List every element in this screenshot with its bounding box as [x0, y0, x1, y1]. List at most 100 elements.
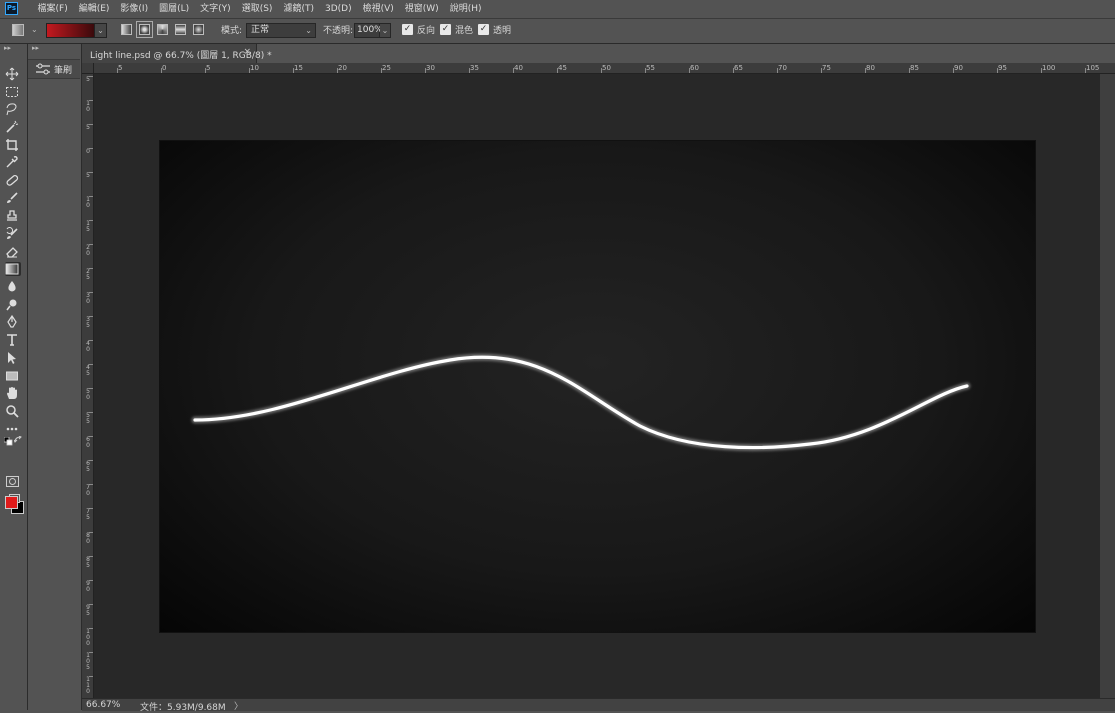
foreground-color-swatch[interactable] [5, 496, 18, 509]
ruler-h-label: 65 [734, 64, 743, 72]
reverse-checkbox[interactable]: ✓ [402, 24, 413, 35]
tool-eraser[interactable] [5, 245, 21, 259]
vertical-ruler[interactable]: 5 10 5 0 5 10 15 20 25 30 35 40 45 50 55 60 65 70 75 80 85 90… [82, 74, 94, 698]
angle-gradient-button[interactable] [157, 24, 168, 35]
brush-panel-button[interactable]: 筆刷 [28, 59, 80, 79]
tool-lasso[interactable] [5, 102, 21, 116]
tool-type[interactable] [5, 333, 21, 347]
menu-view[interactable]: 檢視(V) [357, 0, 399, 18]
reflected-gradient-button[interactable] [175, 24, 186, 35]
ruler-h-label: 50 [602, 64, 611, 72]
gradient-picker-dropdown[interactable]: ⌄ [95, 23, 107, 38]
tool-shape[interactable] [5, 369, 21, 383]
ruler-origin[interactable] [82, 63, 94, 74]
ruler-v-label: 10 [86, 100, 90, 113]
tool-magic-wand[interactable] [5, 120, 21, 134]
tool-preset-picker[interactable] [12, 24, 24, 36]
ruler-v-label: 0 [86, 148, 90, 155]
ruler-v-label: 40 [86, 340, 90, 353]
collapse-toolbar-icon[interactable]: ▸▸ [4, 44, 11, 52]
mode-label: 模式: [221, 26, 243, 36]
opacity-input[interactable]: 100% [354, 23, 383, 38]
zoom-icon [6, 405, 19, 418]
photoshop-logo[interactable]: Ps [5, 2, 18, 15]
eraser-icon [6, 247, 18, 258]
eyedropper-icon [6, 156, 18, 168]
close-tab-icon[interactable]: × [243, 47, 251, 57]
ruler-v-label: 100 [86, 628, 90, 647]
horizontal-ruler[interactable]: 5 0 5 10 15 20 25 30 35 40 45 50 55 60 65 70 75 80 85 90 95 1… [94, 63, 1115, 74]
tools-panel: ▸▸ [0, 44, 28, 710]
tool-history-brush[interactable] [5, 227, 21, 241]
tool-path-select[interactable] [5, 351, 21, 365]
ruler-h-label: 5 [118, 64, 123, 72]
ruler-h-label: 75 [822, 64, 831, 72]
menu-window[interactable]: 視窗(W) [399, 0, 444, 18]
tool-preset-chevron-icon[interactable]: ⌄ [31, 25, 38, 34]
tool-brush[interactable] [5, 191, 21, 205]
ruler-h-label: 85 [910, 64, 919, 72]
expand-panels-icon[interactable]: ▸▸ [32, 44, 39, 52]
tool-pen[interactable] [5, 315, 21, 329]
panel-dock: ▸▸ 筆刷 [28, 44, 82, 710]
default-colors-icon[interactable] [4, 437, 13, 446]
dodge-icon [6, 299, 17, 311]
opacity-dropdown[interactable]: ⌄ [380, 23, 391, 38]
ruler-h-label: 70 [778, 64, 787, 72]
tool-stamp[interactable] [5, 209, 21, 223]
quick-mask-icon[interactable] [6, 476, 20, 488]
tool-zoom[interactable] [5, 404, 21, 418]
tool-eyedropper[interactable] [5, 155, 21, 169]
transparency-label: 透明 [493, 26, 512, 36]
ruler-h-label: 95 [998, 64, 1007, 72]
ruler-v-label: 55 [86, 412, 90, 425]
tool-blur[interactable] [5, 280, 21, 294]
ruler-h-label: 40 [514, 64, 523, 72]
menu-type[interactable]: 文字(Y) [195, 0, 237, 18]
tool-marquee[interactable] [5, 85, 21, 99]
zoom-level-field[interactable]: 66.67% [86, 700, 120, 710]
menu-select[interactable]: 選取(S) [236, 0, 278, 18]
tool-gradient[interactable] [5, 262, 21, 276]
bandage-icon [6, 174, 19, 186]
diamond-gradient-button[interactable] [193, 24, 204, 35]
ruler-v-label: 80 [86, 532, 90, 545]
menu-layer[interactable]: 圖層(L) [154, 0, 195, 18]
document-canvas[interactable] [160, 141, 1035, 632]
ruler-v-label: 50 [86, 388, 90, 401]
ruler-v-label: 75 [86, 508, 90, 521]
gradient-editor-swatch[interactable] [46, 23, 95, 38]
ruler-h-label: 55 [646, 64, 655, 72]
pen-icon [7, 315, 17, 328]
tool-healing[interactable] [5, 173, 21, 187]
status-menu-arrow-icon[interactable]: 〉 [234, 699, 243, 712]
ruler-v-label: 60 [86, 436, 90, 449]
menu-filter[interactable]: 濾鏡(T) [278, 0, 320, 18]
ruler-h-label: 90 [954, 64, 963, 72]
arrow-icon [8, 352, 16, 364]
dither-checkbox[interactable]: ✓ [440, 24, 451, 35]
light-line-stroke [191, 353, 971, 452]
menu-edit[interactable]: 編輯(E) [73, 0, 115, 18]
tool-move[interactable] [5, 67, 21, 81]
menu-help[interactable]: 說明(H) [444, 0, 487, 18]
swap-colors-icon[interactable] [14, 436, 23, 445]
menu-image[interactable]: 影像(I) [115, 0, 154, 18]
ruler-v-label: 35 [86, 316, 90, 329]
menu-3d[interactable]: 3D(D) [319, 0, 357, 18]
document-tab[interactable]: Light line.psd @ 66.7% (圖層 1, RGB/8) * × [82, 44, 272, 63]
tool-crop[interactable] [5, 138, 21, 152]
ruler-v-label: 5 [86, 172, 90, 179]
vertical-scrollbar[interactable] [1100, 74, 1115, 698]
radial-gradient-button[interactable] [136, 21, 153, 38]
tool-dodge[interactable] [5, 298, 21, 312]
ruler-v-label: 45 [86, 364, 90, 377]
tool-hand[interactable] [5, 386, 21, 400]
transparency-checkbox[interactable]: ✓ [478, 24, 489, 35]
menu-file[interactable]: 檔案(F) [32, 0, 73, 18]
blur-drop-icon [8, 281, 16, 292]
ruler-h-label: 10 [250, 64, 259, 72]
tool-more[interactable] [5, 422, 21, 436]
blend-mode-select[interactable]: 正常 ⌄ [246, 23, 316, 38]
linear-gradient-button[interactable] [121, 24, 132, 35]
